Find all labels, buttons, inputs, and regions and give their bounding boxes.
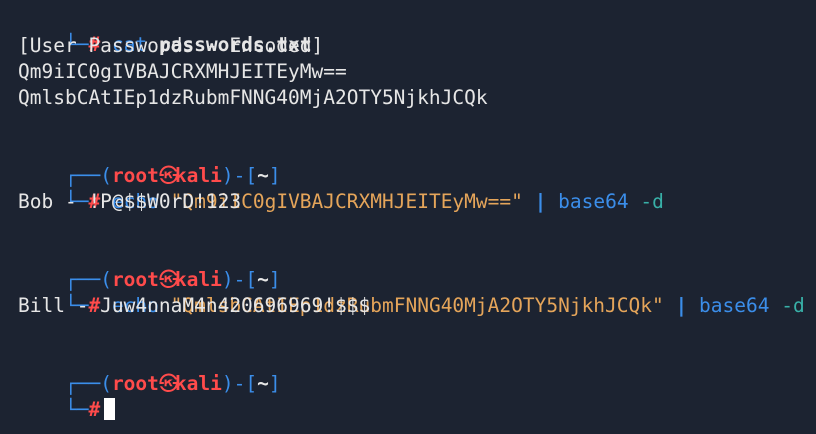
prompt-host: kali: [174, 372, 222, 395]
pipe-symbol: |: [534, 190, 547, 213]
prompt-bottom-corner: └─: [64, 398, 89, 421]
command-line-echo-2: └─# echo "QmlsbCAtIEp1dzRubmFNNG40MjA2OT…: [18, 267, 805, 317]
command-name: base64: [699, 294, 770, 317]
prompt-separator: )-[: [221, 372, 258, 395]
command-flag: -d: [781, 294, 805, 317]
prompt-user: root: [111, 372, 159, 395]
command-name: base64: [558, 190, 629, 213]
pipe-symbol: |: [675, 294, 688, 317]
command-line-cat: └─# cat passwords.txt: [18, 6, 312, 56]
prompt-path: ~: [257, 372, 269, 395]
output-encoded-2: QmlsbCAtIEp1dzRubmFNNG40MjA2OTY5NjkhJCQk: [18, 86, 488, 109]
prompt-line: ┌──(root㉿kali)-[~]: [18, 345, 281, 395]
command-input-line[interactable]: └─#: [18, 371, 116, 421]
text-cursor[interactable]: [104, 398, 116, 420]
prompt-hash: #: [88, 398, 101, 421]
terminal-window[interactable]: └─# cat passwords.txt [User Passwords - …: [0, 0, 816, 434]
skull-icon: ㉿: [158, 372, 179, 395]
prompt-line: ┌──(root㉿kali)-[~]: [18, 241, 281, 291]
command-line-echo-1: └─# echo "Qm9iIC0gIVBAJCRXMHJEITEyMw==" …: [18, 163, 664, 213]
output-encoded-1: Qm9iIC0gIVBAJCRXMHJEITEyMw==: [18, 60, 347, 83]
output-header: [User Passwords - Encoded]: [18, 34, 324, 57]
output-decoded-2: Bill - Juw4nnaM4n420696969!$$$: [18, 294, 371, 317]
output-decoded-1: Bob - !P@$$W0rD!123: [18, 190, 242, 213]
prompt-close-bracket: ]: [268, 372, 281, 395]
prompt-line: ┌──(root㉿kali)-[~]: [18, 137, 281, 187]
command-flag: -d: [640, 190, 664, 213]
